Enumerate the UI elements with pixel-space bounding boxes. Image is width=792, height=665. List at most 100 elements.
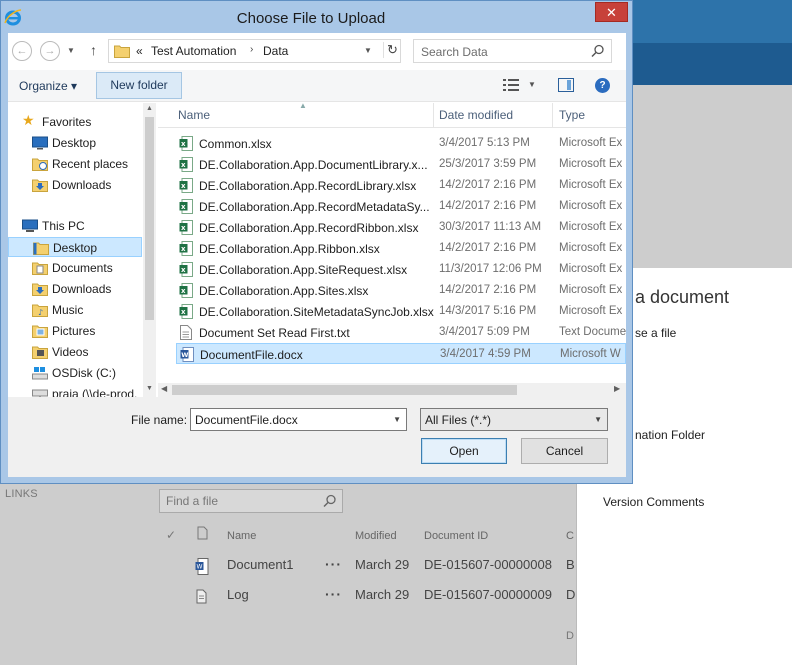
nav-pane-scrollbar[interactable]: ▲ ▼ (143, 103, 156, 397)
recent-locations-chevron-icon[interactable]: ▼ (67, 46, 75, 55)
file-row[interactable]: x Common.xlsx 3/4/2017 5:13 PM Microsoft Ex (176, 133, 626, 154)
excel-icon: x (179, 241, 193, 256)
file-type-dropdown-chevron-icon[interactable]: ▼ (594, 415, 602, 424)
breadcrumb-data[interactable]: Data (263, 44, 288, 58)
column-header-name[interactable]: Name (178, 108, 210, 122)
doc-row-2-name[interactable]: Log (227, 587, 249, 602)
forward-arrow-icon[interactable]: → (40, 41, 60, 61)
folder-icon (114, 45, 130, 58)
column-header-date-modified[interactable]: Date modified (439, 108, 513, 122)
back-arrow-icon[interactable]: ← (12, 41, 32, 61)
column-divider[interactable] (433, 103, 434, 128)
svg-text:x: x (181, 287, 186, 295)
file-type: Microsoft Ex (559, 305, 623, 317)
select-all-check-icon[interactable]: ✓ (166, 528, 176, 542)
view-options-chevron-icon[interactable]: ▼ (528, 80, 536, 89)
svg-text:W: W (181, 351, 188, 359)
file-name: DE.Collaboration.App.RecordLibrary.xlsx (199, 179, 417, 193)
dialog-title: Choose File to Upload (236, 10, 386, 27)
dialog-titlebar[interactable]: Choose File to Upload ✕ (1, 1, 632, 33)
nav-pc-music[interactable]: ♪ Music (8, 300, 148, 320)
doc-row-2-id: DE-015607-00000009 (424, 587, 552, 602)
preview-pane-icon[interactable] (558, 78, 574, 92)
column-header-extra[interactable]: C (566, 530, 574, 542)
address-dropdown-chevron-icon[interactable]: ▼ (364, 46, 372, 55)
file-row[interactable]: x DE.Collaboration.App.RecordLibrary.xlsx… (176, 175, 626, 196)
file-name: DE.Collaboration.App.RecordRibbon.xlsx (199, 221, 419, 235)
scroll-down-arrow-icon[interactable]: ▼ (146, 385, 153, 392)
nav-fav-desktop-label: Desktop (52, 136, 97, 150)
nav-fav-recent-places-label: Recent places (52, 157, 129, 171)
organize-menu-button[interactable]: Organize ▾ (19, 79, 77, 93)
choose-file-dialog: Choose File to Upload ✕ ← → ▼ ↑ « Test A… (0, 0, 633, 484)
svg-text:x: x (181, 245, 186, 253)
search-icon[interactable] (323, 494, 337, 508)
cancel-button[interactable]: Cancel (521, 438, 608, 464)
nav-pc-downloads[interactable]: Downloads (8, 279, 148, 299)
scroll-right-arrow-icon[interactable]: ▶ (614, 384, 620, 393)
address-overflow-chevron[interactable]: « (136, 44, 143, 58)
desktop-folder-icon (33, 242, 49, 255)
nav-pc-desktop[interactable]: Desktop (8, 237, 142, 257)
column-header-document-id[interactable]: Document ID (424, 530, 488, 542)
file-name-dropdown-chevron-icon[interactable]: ▼ (393, 415, 401, 424)
scrollbar-thumb[interactable] (145, 117, 154, 320)
file-row[interactable]: x DE.Collaboration.App.SiteRequest.xlsx 11… (176, 259, 626, 280)
search-placeholder: Search Data (421, 45, 488, 59)
file-name: DE.Collaboration.App.SiteRequest.xlsx (199, 263, 408, 277)
address-bar[interactable]: « Test Automation › Data ▼ ↻ (108, 39, 401, 63)
horizontal-scrollbar-thumb[interactable] (172, 385, 517, 395)
file-row[interactable]: x DE.Collaboration.App.RecordRibbon.xlsx 3… (176, 217, 626, 238)
file-row[interactable]: x DE.Collaboration.App.Ribbon.xlsx 14/2/20… (176, 238, 626, 259)
breadcrumb-test-automation[interactable]: Test Automation (151, 44, 236, 58)
file-row[interactable]: x DE.Collaboration.App.DocumentLibrary.x.… (176, 154, 626, 175)
file-row[interactable]: W DocumentFile.docx 3/4/2017 4:59 PM Micros… (176, 343, 626, 364)
open-button[interactable]: Open (421, 438, 507, 464)
refresh-icon[interactable]: ↻ (383, 42, 399, 58)
file-row[interactable]: Document Set Read First.txt 3/4/2017 5:09… (176, 322, 626, 343)
file-name-input[interactable]: DocumentFile.docx ▼ (190, 408, 407, 431)
column-divider[interactable] (552, 103, 553, 128)
column-header-name[interactable]: Name (227, 530, 256, 542)
file-list-header: ▲ Name Date modified Type (158, 103, 626, 128)
file-type: Microsoft Ex (559, 158, 623, 170)
scroll-up-arrow-icon[interactable]: ▲ (146, 105, 153, 112)
file-row[interactable]: x DE.Collaboration.App.RecordMetadataSy..… (176, 196, 626, 217)
change-view-icon[interactable] (503, 79, 519, 91)
file-type-select[interactable]: All Files (*.*) ▼ (420, 408, 608, 431)
nav-this-pc[interactable]: This PC (8, 216, 148, 236)
doc-row-2-menu-button[interactable]: ··· (325, 586, 342, 602)
nav-fav-recent-places[interactable]: Recent places (8, 154, 148, 174)
file-list-horizontal-scrollbar[interactable]: ◀ ▶ (158, 383, 626, 397)
file-date-modified: 3/4/2017 5:13 PM (439, 137, 530, 149)
search-data-input[interactable]: Search Data (413, 39, 612, 63)
nav-fav-downloads[interactable]: Downloads (8, 175, 148, 195)
new-folder-button[interactable]: New folder (96, 72, 182, 99)
music-folder-icon: ♪ (32, 304, 48, 317)
search-icon[interactable] (591, 44, 605, 58)
up-arrow-icon[interactable]: ↑ (90, 42, 97, 58)
word-doc-icon: W (195, 558, 209, 575)
file-name-label: File name: (131, 413, 188, 427)
find-file-input[interactable]: Find a file (159, 489, 343, 513)
nav-favorites[interactable]: ★ Favorites (8, 112, 148, 132)
nav-pc-documents[interactable]: Documents (8, 258, 148, 278)
breadcrumb-separator-icon[interactable]: › (250, 44, 253, 55)
doc-row-1-id: DE-015607-00000008 (424, 557, 552, 572)
column-header-modified[interactable]: Modified (355, 530, 397, 542)
nav-pc-videos[interactable]: Videos (8, 342, 148, 362)
nav-pc-network-drive[interactable]: praja (\\de-prod. (8, 384, 148, 397)
file-row[interactable]: x DE.Collaboration.App.Sites.xlsx 14/2/201… (176, 280, 626, 301)
column-header-type[interactable]: Type (559, 108, 585, 122)
doc-row-1-name[interactable]: Document1 (227, 557, 293, 572)
nav-pc-osdisk[interactable]: OSDisk (C:) (8, 363, 148, 383)
file-row[interactable]: x DE.Collaboration.SiteMetadataSyncJob.xl… (176, 301, 626, 322)
nav-fav-desktop[interactable]: Desktop (8, 133, 148, 153)
nav-pc-pictures[interactable]: Pictures (8, 321, 148, 341)
close-button[interactable]: ✕ (595, 2, 628, 22)
doc-row-1-menu-button[interactable]: ··· (325, 556, 342, 572)
scroll-left-arrow-icon[interactable]: ◀ (161, 384, 167, 393)
pictures-folder-icon (32, 325, 48, 338)
svg-text:W: W (197, 564, 203, 571)
help-icon[interactable]: ? (595, 78, 610, 93)
